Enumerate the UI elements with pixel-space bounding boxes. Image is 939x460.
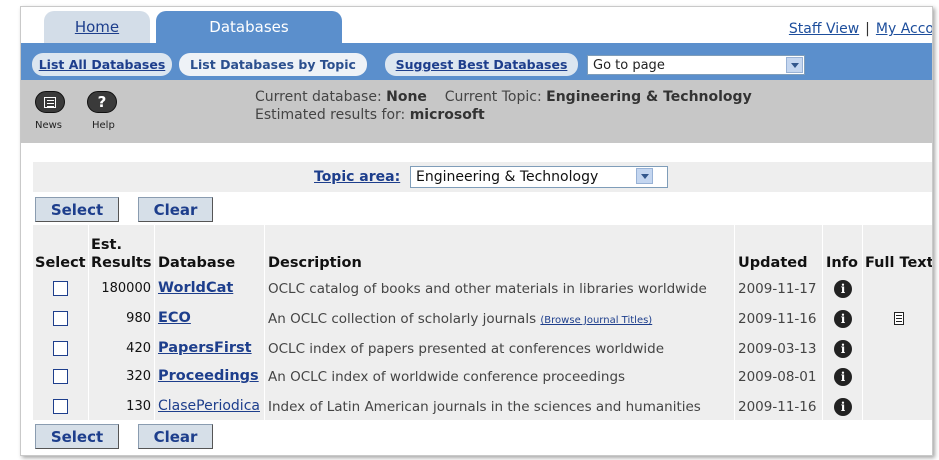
- go-to-page-select[interactable]: Go to page: [587, 55, 805, 75]
- header-updated: Updated: [738, 255, 808, 271]
- tab-bar: Home Databases Staff View | My Acco: [21, 7, 932, 43]
- row-description: An OCLC index of worldwide conference pr…: [268, 369, 625, 385]
- header-est: Est.: [91, 237, 122, 253]
- header-full-text: Full Text: [865, 255, 933, 271]
- status-line-2: Estimated results for: microsoft: [255, 106, 752, 124]
- table-row: 980 ECO An OCLC collection of scholarly …: [33, 306, 932, 332]
- row-description: Index of Latin American journals in the …: [268, 399, 701, 415]
- info-icon[interactable]: i: [834, 368, 852, 386]
- help-glyph: ?: [97, 93, 107, 111]
- row-results: 420: [126, 341, 151, 356]
- topic-area-label[interactable]: Topic area:: [314, 169, 400, 185]
- estimated-label: Estimated results for:: [255, 107, 406, 123]
- header-description: Description: [268, 255, 362, 271]
- sub-navigation: List All Databases List Databases by Top…: [21, 43, 932, 80]
- help-icon[interactable]: ?: [87, 91, 117, 113]
- clear-button-top[interactable]: Clear: [138, 197, 213, 222]
- info-icon[interactable]: i: [834, 280, 852, 298]
- info-icon[interactable]: i: [834, 340, 852, 358]
- row-description-text: OCLC index of papers presented at confer…: [268, 341, 665, 357]
- topic-area-select[interactable]: Engineering & Technology: [410, 166, 668, 188]
- list-by-topic-button[interactable]: List Databases by Topic: [179, 53, 367, 76]
- header-results: Results: [91, 255, 152, 271]
- chevron-down-icon[interactable]: [636, 168, 653, 184]
- row-description-text: An OCLC index of worldwide conference pr…: [268, 369, 626, 385]
- header-database: Database: [158, 255, 236, 271]
- row-results: 180000: [101, 281, 151, 296]
- top-links-separator: |: [865, 21, 870, 37]
- select-button-bottom[interactable]: Select: [35, 424, 119, 449]
- database-table: Select Est. Results Database Description…: [33, 225, 933, 420]
- suggest-best-databases-label: Suggest Best Databases: [395, 57, 568, 72]
- help-label[interactable]: Help: [92, 120, 115, 131]
- row-description-text: Index of Latin American journals in the …: [268, 399, 701, 415]
- row-database-link[interactable]: WorldCat: [158, 280, 233, 296]
- table-row: 180000 WorldCat OCLC catalog of books an…: [33, 276, 932, 302]
- select-button-top[interactable]: Select: [35, 197, 119, 222]
- header-select: Select: [35, 255, 86, 271]
- row-database-link[interactable]: ECO: [158, 310, 191, 326]
- table-row: 420 PapersFirst OCLC index of papers pre…: [33, 336, 932, 362]
- top-links: Staff View | My Acco: [789, 21, 932, 37]
- info-icon[interactable]: i: [834, 398, 852, 416]
- row-description: OCLC catalog of books and other material…: [268, 281, 707, 297]
- row-updated: 2009-08-01: [738, 369, 817, 385]
- row-database-link[interactable]: ClasePeriodica: [158, 398, 260, 414]
- row-results: 980: [126, 311, 151, 326]
- row-description-text: OCLC catalog of books and other material…: [268, 281, 707, 297]
- list-all-databases-label: List All Databases: [38, 57, 166, 72]
- news-label[interactable]: News: [35, 120, 62, 131]
- current-topic-value: Engineering & Technology: [546, 89, 752, 105]
- list-all-databases-button[interactable]: List All Databases: [32, 53, 172, 76]
- row-results: 130: [126, 399, 151, 414]
- topic-area-row: Topic area: Engineering & Technology: [33, 162, 932, 192]
- row-results: 320: [126, 369, 151, 384]
- row-updated: 2009-11-16: [738, 399, 817, 415]
- my-account-link[interactable]: My Acco: [876, 21, 932, 37]
- row-updated: 2009-11-17: [738, 281, 817, 297]
- current-status: Current database: None Current Topic: En…: [255, 88, 752, 124]
- topic-area-value: Engineering & Technology: [416, 169, 599, 185]
- table-row: 320 Proceedings An OCLC index of worldwi…: [33, 364, 932, 390]
- row-description: OCLC index of papers presented at confer…: [268, 341, 664, 357]
- row-database-link[interactable]: PapersFirst: [158, 340, 252, 356]
- header-info: Info: [826, 255, 858, 271]
- staff-view-link[interactable]: Staff View: [789, 21, 859, 37]
- table-row: 130 ClasePeriodica Index of Latin Americ…: [33, 394, 932, 420]
- row-updated: 2009-03-13: [738, 341, 817, 357]
- estimated-value: microsoft: [409, 107, 485, 123]
- tab-databases-label: Databases: [209, 18, 289, 36]
- current-topic-label: Current Topic:: [444, 89, 542, 105]
- newspaper-icon: [44, 96, 56, 108]
- row-description: An OCLC collection of scholarly journals…: [268, 311, 652, 327]
- row-updated: 2009-11-16: [738, 311, 817, 327]
- suggest-best-databases-button[interactable]: Suggest Best Databases: [385, 53, 578, 76]
- page-frame: Home Databases Staff View | My Acco List A…: [20, 6, 933, 456]
- browse-journal-titles-link[interactable]: (Browse Journal Titles): [540, 315, 652, 326]
- go-to-page-value: Go to page: [593, 57, 665, 73]
- news-icon[interactable]: [35, 91, 65, 113]
- current-db-label: Current database:: [255, 89, 382, 105]
- tab-home-label[interactable]: Home: [75, 18, 119, 36]
- status-line-1: Current database: None Current Topic: En…: [255, 88, 752, 106]
- info-icon[interactable]: i: [834, 310, 852, 328]
- tab-databases[interactable]: Databases: [156, 11, 342, 43]
- status-bar: ? News Help Current database: None Curre…: [21, 80, 932, 143]
- full-text-document-icon[interactable]: [894, 312, 904, 325]
- current-db-value: None: [386, 89, 427, 105]
- tab-home[interactable]: Home: [44, 11, 150, 43]
- row-database-link[interactable]: Proceedings: [158, 368, 259, 384]
- list-by-topic-label: List Databases by Topic: [190, 57, 356, 72]
- clear-button-bottom[interactable]: Clear: [138, 424, 213, 449]
- chevron-down-icon[interactable]: [786, 57, 803, 73]
- row-description-text: An OCLC collection of scholarly journals: [268, 311, 537, 327]
